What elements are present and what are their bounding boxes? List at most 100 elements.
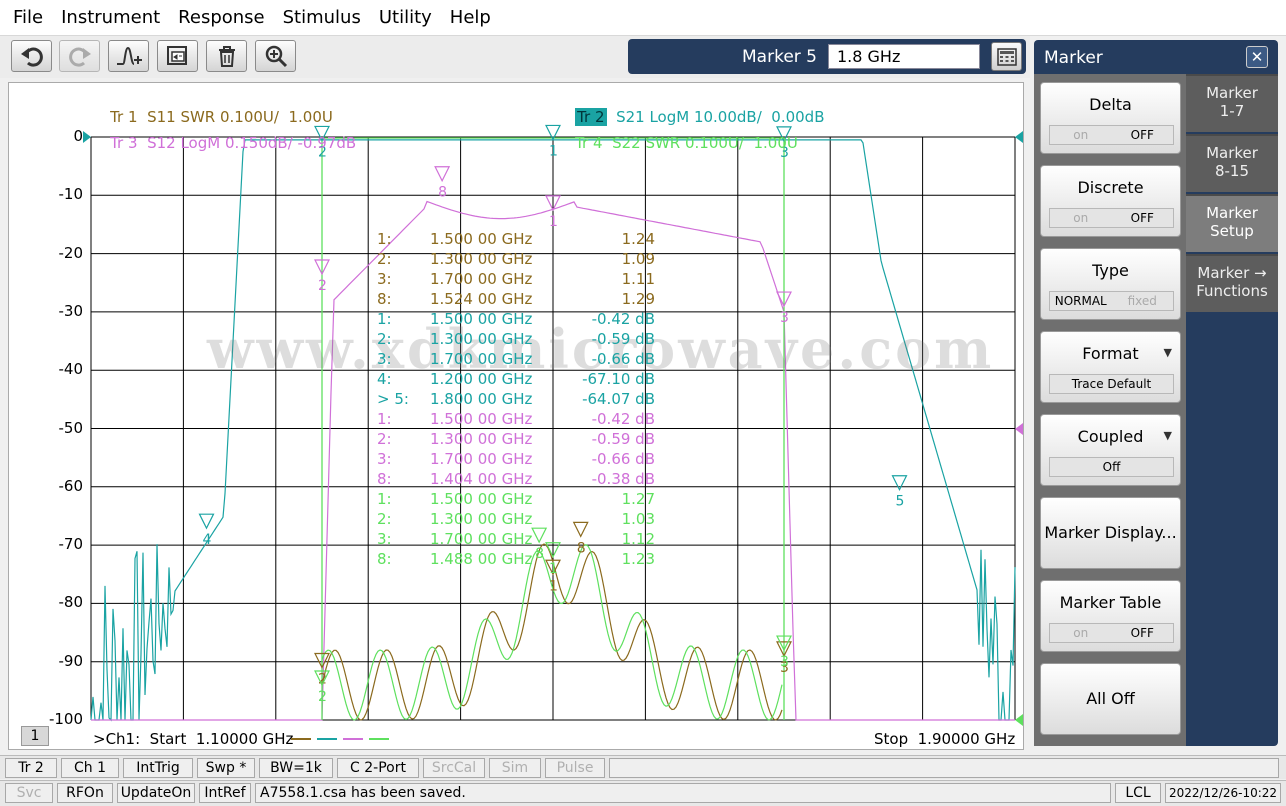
svg-text:5: 5 bbox=[896, 494, 905, 510]
status-bar-top: Tr 2 Ch 1 IntTrig Swp * BW=1k C 2-Port S… bbox=[0, 755, 1286, 779]
coupled-softkey[interactable]: Coupled ▼ Off bbox=[1040, 414, 1181, 486]
status-datetime: 2022/12/26-10:22 bbox=[1165, 783, 1281, 803]
marker-frequency: 1.500 00 GHz bbox=[430, 310, 533, 328]
keypad-button[interactable] bbox=[991, 42, 1022, 71]
status-lcl: LCL bbox=[1115, 783, 1161, 803]
zoom-button[interactable] bbox=[255, 40, 296, 72]
menu-instrument[interactable]: Instrument bbox=[52, 0, 169, 36]
menu-response[interactable]: Response bbox=[169, 0, 273, 36]
marker-number: 2: bbox=[377, 510, 392, 528]
marker-number: 1: bbox=[377, 230, 392, 248]
discrete-toggle[interactable]: on OFF bbox=[1049, 208, 1174, 228]
marker-value: -64.07 dB bbox=[582, 390, 655, 408]
marker-readout-row: 8: 1.524 00 GHz 1.29 bbox=[377, 290, 667, 310]
y-tick-label: -10 bbox=[58, 185, 84, 204]
start-frequency[interactable]: >Ch1: Start 1.10000 GHz bbox=[93, 730, 293, 748]
softkey-label: Discrete bbox=[1077, 178, 1144, 197]
marker-display-softkey[interactable]: Marker Display... bbox=[1040, 497, 1181, 569]
close-icon: ✕ bbox=[1250, 48, 1264, 66]
status-sweep[interactable]: Swp * bbox=[197, 758, 255, 778]
trace-4-title[interactable]: Tr 4 S22 SWR 0.100U/ 1.00U bbox=[556, 116, 798, 170]
measurement-chart[interactable]: 12345812388112233 Tr 1 S11 SWR 0.100U/ 1… bbox=[8, 82, 1024, 750]
svg-text:3: 3 bbox=[780, 654, 789, 670]
panel-title: Marker bbox=[1044, 48, 1103, 68]
trace-3-id: Tr 3 bbox=[110, 134, 138, 152]
format-softkey[interactable]: Format ▼ Trace Default bbox=[1040, 331, 1181, 403]
marker-number: 3: bbox=[377, 450, 392, 468]
all-off-softkey[interactable]: All Off bbox=[1040, 663, 1181, 735]
discrete-softkey[interactable]: Discrete on OFF bbox=[1040, 165, 1181, 237]
status-intref[interactable]: IntRef bbox=[199, 783, 251, 803]
softkey-label: Format bbox=[1082, 344, 1139, 363]
menu-help[interactable]: Help bbox=[441, 0, 500, 36]
tab-marker-functions[interactable]: Marker → Functions bbox=[1186, 254, 1278, 312]
marker-number: 4: bbox=[377, 370, 392, 388]
undo-button[interactable] bbox=[11, 40, 52, 72]
marker-number: 3: bbox=[377, 530, 392, 548]
y-tick-label: 0 bbox=[73, 127, 83, 145]
ref-arrow-right bbox=[1015, 131, 1023, 143]
marker-number: 2: bbox=[377, 330, 392, 348]
channel-number[interactable]: 1 bbox=[21, 726, 49, 746]
type-softkey[interactable]: Type NORMAL fixed bbox=[1040, 248, 1181, 320]
marker-frequency: 1.524 00 GHz bbox=[430, 290, 533, 308]
marker-frequency: 1.700 00 GHz bbox=[430, 450, 533, 468]
marker-readout-row: 1: 1.500 00 GHz 1.27 bbox=[377, 490, 667, 510]
marker-number: 1: bbox=[377, 410, 392, 428]
status-calibration[interactable]: C 2-Port bbox=[337, 758, 419, 778]
close-button[interactable]: ✕ bbox=[1246, 46, 1268, 68]
delta-toggle[interactable]: on OFF bbox=[1049, 125, 1174, 145]
softkey-label: Marker Table bbox=[1059, 593, 1162, 612]
status-bandwidth[interactable]: BW=1k bbox=[259, 758, 333, 778]
stop-frequency[interactable]: Stop 1.90000 GHz bbox=[874, 730, 1015, 748]
status-channel[interactable]: Ch 1 bbox=[61, 758, 119, 778]
status-sim[interactable]: Sim bbox=[489, 758, 541, 778]
menu-file[interactable]: File bbox=[4, 0, 52, 36]
softkey-label: Coupled bbox=[1077, 427, 1144, 446]
marker-add-icon bbox=[116, 46, 142, 65]
toggle-fixed: fixed bbox=[1127, 294, 1157, 308]
marker-number: 8: bbox=[377, 470, 392, 488]
marker-number: 1: bbox=[377, 490, 392, 508]
status-trigger[interactable]: IntTrig bbox=[123, 758, 193, 778]
marker-readout-row: 3: 1.700 00 GHz -0.66 dB bbox=[377, 350, 667, 370]
marker-readout-row: 3: 1.700 00 GHz 1.12 bbox=[377, 530, 667, 550]
y-tick-label: -90 bbox=[58, 651, 84, 670]
toggle-on: on bbox=[1073, 626, 1089, 640]
marker-frequency: 1.800 00 GHz bbox=[430, 390, 533, 408]
ref-arrow-right-3 bbox=[1015, 714, 1023, 726]
status-svc[interactable]: Svc bbox=[5, 783, 53, 803]
tab-label: Marker 1-7 bbox=[1206, 84, 1258, 120]
marker-frequency-input[interactable]: 1.8 GHz bbox=[828, 44, 980, 69]
redo-button[interactable] bbox=[59, 40, 100, 72]
marker-value: 1.11 bbox=[621, 270, 655, 288]
marker-table-softkey[interactable]: Marker Table on OFF bbox=[1040, 580, 1181, 652]
delta-softkey[interactable]: Delta on OFF bbox=[1040, 82, 1181, 154]
menu-stimulus[interactable]: Stimulus bbox=[274, 0, 370, 36]
marker-readout-row: 4: 1.200 00 GHz -67.10 dB bbox=[377, 370, 667, 390]
marker-frequency: 1.300 00 GHz bbox=[430, 330, 533, 348]
marker-number: > 5: bbox=[377, 390, 409, 408]
delete-button[interactable] bbox=[206, 40, 247, 72]
svg-text:2: 2 bbox=[318, 278, 327, 294]
add-marker-button[interactable] bbox=[108, 40, 149, 72]
menu-utility[interactable]: Utility bbox=[370, 0, 441, 36]
tab-label: Marker 8-15 bbox=[1206, 144, 1258, 180]
marker-frequency: 1.200 00 GHz bbox=[430, 370, 533, 388]
status-pulse[interactable]: Pulse bbox=[545, 758, 605, 778]
tab-marker-8-15[interactable]: Marker 8-15 bbox=[1186, 134, 1278, 192]
keypad-icon bbox=[996, 47, 1017, 66]
status-srccal[interactable]: SrcCal bbox=[423, 758, 485, 778]
capture-button[interactable] bbox=[157, 40, 198, 72]
tab-marker-1-7[interactable]: Marker 1-7 bbox=[1186, 74, 1278, 132]
status-trace[interactable]: Tr 2 bbox=[5, 758, 57, 778]
tab-marker-setup[interactable]: Marker Setup bbox=[1186, 194, 1278, 252]
marker-frequency: 1.300 00 GHz bbox=[430, 430, 533, 448]
zoom-icon bbox=[265, 45, 287, 68]
status-update[interactable]: UpdateOn bbox=[117, 783, 195, 803]
softkey-column: Delta on OFF Discrete on OFF Type NORMAL fi… bbox=[1034, 74, 1186, 746]
trace-3-title[interactable]: Tr 3 S12 LogM 0.150dB/ -0.97dB bbox=[91, 116, 356, 170]
marker-table-toggle[interactable]: on OFF bbox=[1049, 623, 1174, 643]
status-rfon[interactable]: RFOn bbox=[57, 783, 113, 803]
type-toggle[interactable]: NORMAL fixed bbox=[1049, 291, 1174, 311]
